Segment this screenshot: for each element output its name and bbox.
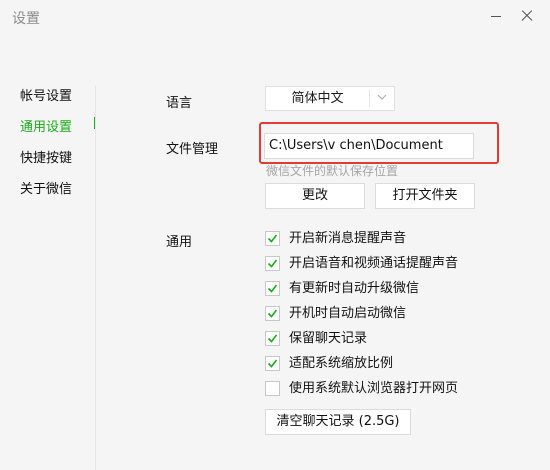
check-icon: [267, 234, 278, 243]
checkbox[interactable]: [265, 281, 280, 296]
sidebar-item-shortcuts[interactable]: 快捷按键: [20, 147, 72, 166]
language-select[interactable]: 简体中文: [265, 86, 395, 111]
file-path-hint: 微信文件的默认保存位置: [266, 164, 399, 178]
checkbox[interactable]: [265, 331, 280, 346]
open-folder-button[interactable]: 打开文件夹: [375, 183, 475, 209]
window-title: 设置: [12, 11, 40, 27]
option-label: 开启新消息提醒声音: [289, 231, 407, 246]
option-label: 有更新时自动升级微信: [289, 281, 420, 296]
option-label: 开启语音和视频通话提醒声音: [289, 256, 459, 271]
minimize-button[interactable]: [486, 8, 506, 24]
change-button[interactable]: 更改: [265, 183, 365, 209]
check-icon: [267, 284, 278, 293]
select-separator: [369, 90, 370, 107]
checkbox[interactable]: [265, 231, 280, 246]
settings-window: 设置 帐号设置 通用设置 快捷按键 关于微信 语言 简体中文 文件管理 C:\U…: [0, 0, 550, 470]
sidebar-item-general[interactable]: 通用设置: [20, 116, 72, 135]
check-icon: [267, 259, 278, 268]
checkbox[interactable]: [265, 306, 280, 321]
language-label: 语言: [166, 96, 193, 111]
check-icon: [267, 334, 278, 343]
general-label: 通用: [166, 235, 193, 250]
chevron-down-icon: [377, 94, 387, 100]
sidebar-item-about[interactable]: 关于微信: [20, 178, 72, 197]
sidebar-divider: [95, 86, 96, 470]
clear-chat-history-button[interactable]: 清空聊天记录 (2.5G): [265, 409, 411, 435]
language-select-value: 简体中文: [291, 91, 344, 106]
checkbox[interactable]: [265, 381, 280, 396]
option-label: 使用系统默认浏览器打开网页: [289, 381, 459, 396]
sidebar-item-account[interactable]: 帐号设置: [20, 85, 72, 104]
checkbox[interactable]: [265, 256, 280, 271]
check-icon: [267, 359, 278, 368]
option-label: 保留聊天记录: [289, 331, 368, 346]
check-icon: [267, 309, 278, 318]
checkbox[interactable]: [265, 356, 280, 371]
highlight-box: [259, 122, 499, 164]
option-label: 适配系统缩放比例: [289, 356, 394, 371]
close-button[interactable]: [516, 6, 538, 26]
file-management-label: 文件管理: [166, 142, 219, 157]
option-label: 开机时自动启动微信: [289, 306, 407, 321]
